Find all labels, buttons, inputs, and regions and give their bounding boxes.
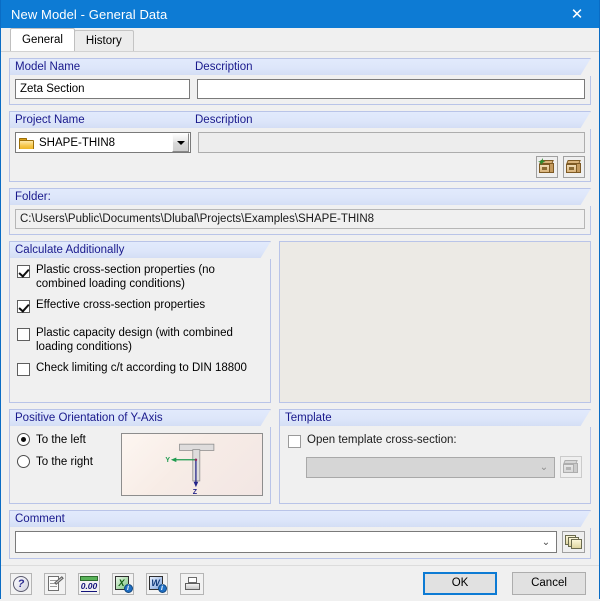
units-decimal-icon: 0.00 <box>80 575 98 592</box>
project-description-input[interactable] <box>198 132 585 153</box>
y-axis-orientation-group: Positive Orientation of Y-Axis To the le… <box>9 409 271 504</box>
comment-label: Comment <box>15 513 65 525</box>
note-edit-icon <box>47 575 64 592</box>
preview-placeholder-panel <box>279 241 591 403</box>
checkbox-box[interactable] <box>17 328 30 341</box>
help-icon: ? <box>13 575 29 592</box>
window-title: New Model - General Data <box>11 6 168 22</box>
model-name-input[interactable] <box>15 79 190 99</box>
excel-export-icon: X i <box>114 575 133 593</box>
checkbox-label: Open template cross-section: <box>307 434 457 446</box>
cross-section-preview: Y Z <box>121 433 263 496</box>
radio-dot[interactable] <box>17 455 30 468</box>
tab-general[interactable]: General <box>10 28 75 51</box>
folder-header: Folder: <box>9 188 591 206</box>
radio-dot[interactable] <box>17 433 30 446</box>
model-description-label: Description <box>195 61 253 73</box>
chevron-down-icon[interactable] <box>172 133 189 152</box>
template-group: Template Open template cross-section: ⌄ <box>279 409 591 504</box>
comment-row: ⌄ <box>9 527 591 559</box>
orientation-group-label: Positive Orientation of Y-Axis <box>9 409 271 427</box>
checkbox-plastic-capacity-design[interactable]: Plastic capacity design (with combined l… <box>17 327 263 354</box>
y-axis-label: Y <box>165 457 170 464</box>
calculate-group-label: Calculate Additionally <box>9 241 271 259</box>
checkbox-label: Plastic cross-section properties (no com… <box>36 264 215 290</box>
template-combo[interactable]: ⌄ <box>306 456 555 478</box>
export-excel-button[interactable]: X i <box>112 572 134 595</box>
folder-label: Folder: <box>15 191 51 203</box>
project-box-icon[interactable] <box>563 156 585 178</box>
comment-header: Comment <box>9 510 591 528</box>
chevron-down-icon[interactable]: ⌄ <box>536 537 556 548</box>
project-name-value: SHAPE-THIN8 <box>39 136 116 149</box>
model-name-label: Model Name <box>15 61 81 73</box>
folder-row <box>9 205 591 235</box>
folder-icon <box>19 137 34 149</box>
project-name-combo[interactable]: SHAPE-THIN8 <box>15 132 191 153</box>
new-model-dialog: New Model - General Data ✕ General Histo… <box>0 0 600 601</box>
checkbox-open-template-cross-section[interactable]: Open template cross-section: <box>288 434 582 448</box>
project-name-header: Project Name Description <box>9 111 591 129</box>
checkbox-label: Check limiting c/t according to DIN 1880… <box>36 362 247 374</box>
template-group-label: Template <box>279 409 591 427</box>
bottom-bar: ? 0.00 X i W i OK Cancel <box>1 565 599 601</box>
checkbox-plastic-cross-section[interactable]: Plastic cross-section properties (no com… <box>17 264 263 291</box>
model-fields-row <box>9 75 591 105</box>
comment-library-icon[interactable] <box>562 531 585 553</box>
model-name-header: Model Name Description <box>9 58 591 76</box>
cancel-button[interactable]: Cancel <box>512 572 586 595</box>
project-name-group: Project Name Description SHAPE-THIN8 ✦ <box>9 111 591 182</box>
printout-report-button[interactable] <box>180 572 204 595</box>
comment-group: Comment ⌄ <box>9 510 591 559</box>
edit-notes-button[interactable] <box>44 572 66 595</box>
chevron-down-icon[interactable]: ⌄ <box>534 462 554 473</box>
calculate-additionally-group: Calculate Additionally Plastic cross-sec… <box>9 241 271 403</box>
new-project-box-icon[interactable]: ✦ <box>536 156 558 178</box>
radio-to-the-left[interactable]: To the left <box>17 433 113 446</box>
model-name-group: Model Name Description <box>9 58 591 105</box>
orientation-template-row: Positive Orientation of Y-Axis To the le… <box>9 409 591 504</box>
comment-combo[interactable]: ⌄ <box>15 531 557 553</box>
folder-path-input[interactable] <box>15 209 585 229</box>
folder-group: Folder: <box>9 188 591 235</box>
units-button[interactable]: 0.00 <box>78 572 100 595</box>
checkbox-box[interactable] <box>17 300 30 313</box>
tab-history[interactable]: History <box>73 30 134 51</box>
ok-button[interactable]: OK <box>423 572 497 595</box>
project-fields-row: SHAPE-THIN8 ✦ <box>9 128 591 182</box>
help-button[interactable]: ? <box>10 572 32 595</box>
z-axis-label: Z <box>193 489 198 495</box>
title-bar: New Model - General Data ✕ <box>1 0 599 28</box>
checkbox-box[interactable] <box>288 435 301 448</box>
checkbox-limiting-ct-din18800[interactable]: Check limiting c/t according to DIN 1880… <box>17 362 263 376</box>
close-icon[interactable]: ✕ <box>555 0 599 28</box>
project-name-label: Project Name <box>15 114 85 126</box>
radio-label: To the right <box>36 455 93 468</box>
checkbox-label: Effective cross-section properties <box>36 299 206 311</box>
checkbox-label: Plastic capacity design (with combined l… <box>36 327 233 353</box>
tab-strip: General History <box>1 28 599 52</box>
template-box-icon[interactable] <box>560 456 582 478</box>
checkbox-box[interactable] <box>17 363 30 376</box>
t-section-diagram: Y Z <box>165 443 215 496</box>
project-description-label: Description <box>195 114 253 126</box>
calculate-row: Calculate Additionally Plastic cross-sec… <box>9 241 591 403</box>
checkbox-box[interactable] <box>17 265 30 278</box>
export-word-button[interactable]: W i <box>146 572 168 595</box>
dialog-content: Model Name Description Project Name Desc… <box>1 52 599 565</box>
word-export-icon: W i <box>148 575 167 593</box>
printout-report-icon <box>184 576 200 591</box>
radio-label: To the left <box>36 433 86 446</box>
radio-to-the-right[interactable]: To the right <box>17 455 113 468</box>
model-description-input[interactable] <box>197 79 585 99</box>
checkbox-effective-cross-section[interactable]: Effective cross-section properties <box>17 299 263 313</box>
